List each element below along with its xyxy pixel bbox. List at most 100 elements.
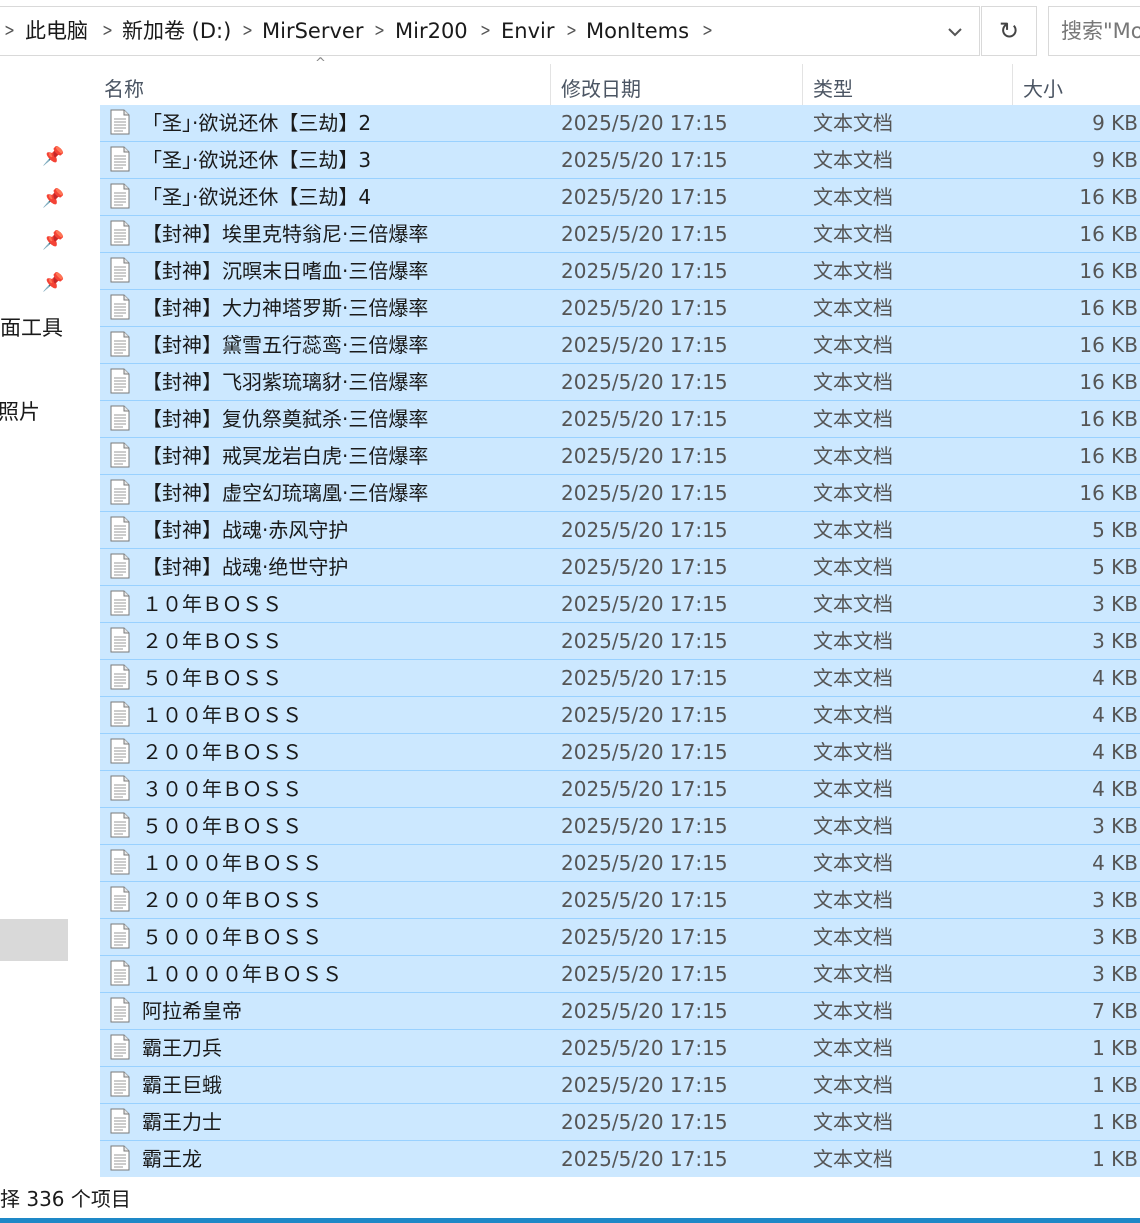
file-row[interactable]: 霸王刀兵 2025/5/20 17:15 文本文档 1 KB [100, 1030, 1140, 1067]
file-type: 文本文档 [813, 740, 893, 764]
file-row[interactable]: 【封神】战魂·绝世守护 2025/5/20 17:15 文本文档 5 KB [100, 549, 1140, 586]
column-header-name[interactable]: 名称 [104, 58, 144, 112]
file-row[interactable]: 霸王龙 2025/5/20 17:15 文本文档 1 KB [100, 1141, 1140, 1177]
file-row[interactable]: １００年ＢＯＳＳ 2025/5/20 17:15 文本文档 4 KB [100, 697, 1140, 734]
file-row[interactable]: ５０年ＢＯＳＳ 2025/5/20 17:15 文本文档 4 KB [100, 660, 1140, 697]
file-row[interactable]: ２０年ＢＯＳＳ 2025/5/20 17:15 文本文档 3 KB [100, 623, 1140, 660]
breadcrumb-item-this-pc[interactable]: 此电脑 [25, 7, 88, 55]
column-header-type[interactable]: 类型 [813, 58, 853, 112]
text-document-icon [110, 1034, 130, 1060]
file-name: １０００年ＢＯＳＳ [142, 851, 322, 875]
file-name: 【封神】飞羽紫琉璃豺·三倍爆率 [142, 370, 429, 394]
chevron-right-icon[interactable]: > [702, 7, 713, 55]
file-modified-date: 2025/5/20 17:15 [561, 1147, 728, 1171]
file-size: 16 KB [1079, 222, 1138, 246]
file-row[interactable]: ２０００年ＢＯＳＳ 2025/5/20 17:15 文本文档 3 KB [100, 882, 1140, 919]
file-row[interactable]: １０００年ＢＯＳＳ 2025/5/20 17:15 文本文档 4 KB [100, 845, 1140, 882]
chevron-right-icon[interactable]: > [480, 7, 491, 55]
file-row[interactable]: 【封神】沉暝末日嗜血·三倍爆率 2025/5/20 17:15 文本文档 16 KB [100, 253, 1140, 290]
file-row[interactable]: １０年ＢＯＳＳ 2025/5/20 17:15 文本文档 3 KB [100, 586, 1140, 623]
file-row[interactable]: 【封神】飞羽紫琉璃豺·三倍爆率 2025/5/20 17:15 文本文档 16 KB [100, 364, 1140, 401]
file-row[interactable]: 阿拉希皇帝 2025/5/20 17:15 文本文档 7 KB [100, 993, 1140, 1030]
file-row[interactable]: 【封神】埃里克特翁尼·三倍爆率 2025/5/20 17:15 文本文档 16 KB [100, 216, 1140, 253]
breadcrumb[interactable]: > 此电脑 > 新加卷 (D:) > MirServer > Mir200 > … [0, 6, 980, 56]
file-row[interactable]: 【封神】黛雪五行蕊鸾·三倍爆率 2025/5/20 17:15 文本文档 16 KB [100, 327, 1140, 364]
pin-icon[interactable]: 📌 [42, 146, 64, 167]
file-row[interactable]: ３００年ＢＯＳＳ 2025/5/20 17:15 文本文档 4 KB [100, 771, 1140, 808]
file-row[interactable]: 【封神】复仇祭奠弑杀·三倍爆率 2025/5/20 17:15 文本文档 16 KB [100, 401, 1140, 438]
sidebar-item-photos[interactable]: 照片 [0, 396, 40, 426]
file-type: 文本文档 [813, 111, 893, 135]
file-name: 【封神】虚空幻琉璃凰·三倍爆率 [142, 481, 429, 505]
text-document-icon [110, 849, 130, 875]
file-row[interactable]: 【封神】虚空幻琉璃凰·三倍爆率 2025/5/20 17:15 文本文档 16 KB [100, 475, 1140, 512]
file-row[interactable]: 【封神】大力神塔罗斯·三倍爆率 2025/5/20 17:15 文本文档 16 KB [100, 290, 1140, 327]
breadcrumb-item-mirserver[interactable]: MirServer [262, 7, 363, 55]
file-size: 3 KB [1092, 962, 1138, 986]
file-modified-date: 2025/5/20 17:15 [561, 740, 728, 764]
file-name: 【封神】戒冥龙岩白虎·三倍爆率 [142, 444, 429, 468]
text-document-icon [110, 1108, 130, 1134]
file-type: 文本文档 [813, 629, 893, 653]
column-header-size[interactable]: 大小 [1023, 58, 1063, 112]
pin-icon[interactable]: 📌 [42, 230, 64, 251]
file-row[interactable]: 【封神】戒冥龙岩白虎·三倍爆率 2025/5/20 17:15 文本文档 16 KB [100, 438, 1140, 475]
pin-icon[interactable]: 📌 [42, 272, 64, 293]
file-size: 1 KB [1092, 1036, 1138, 1060]
file-type: 文本文档 [813, 481, 893, 505]
file-size: 4 KB [1092, 851, 1138, 875]
address-history-dropdown[interactable] [930, 6, 980, 56]
text-document-icon [110, 960, 130, 986]
file-type: 文本文档 [813, 518, 893, 542]
refresh-button[interactable]: ↻ [981, 6, 1037, 56]
file-size: 16 KB [1079, 259, 1138, 283]
column-header-date[interactable]: 修改日期 [561, 58, 641, 112]
chevron-right-icon[interactable]: > [4, 7, 15, 55]
breadcrumb-item-envir[interactable]: Envir [501, 7, 554, 55]
pin-icon[interactable]: 📌 [42, 188, 64, 209]
file-type: 文本文档 [813, 962, 893, 986]
search-input[interactable]: 搜索"MonItems" [1048, 6, 1140, 56]
text-document-icon [110, 109, 130, 135]
file-type: 文本文档 [813, 370, 893, 394]
file-row[interactable]: 【封神】战魂·赤风守护 2025/5/20 17:15 文本文档 5 KB [100, 512, 1140, 549]
file-modified-date: 2025/5/20 17:15 [561, 407, 728, 431]
file-type: 文本文档 [813, 999, 893, 1023]
file-modified-date: 2025/5/20 17:15 [561, 888, 728, 912]
file-name: 【封神】埃里克特翁尼·三倍爆率 [142, 222, 429, 246]
file-type: 文本文档 [813, 666, 893, 690]
sidebar-selected-item[interactable] [0, 919, 68, 961]
file-row[interactable]: 「圣」·欲说还休【三劫】3 2025/5/20 17:15 文本文档 9 KB [100, 142, 1140, 179]
chevron-right-icon[interactable]: > [566, 7, 577, 55]
file-type: 文本文档 [813, 777, 893, 801]
file-row[interactable]: １００００年ＢＯＳＳ 2025/5/20 17:15 文本文档 3 KB [100, 956, 1140, 993]
text-document-icon [110, 220, 130, 246]
chevron-right-icon[interactable]: > [242, 7, 253, 55]
file-modified-date: 2025/5/20 17:15 [561, 111, 728, 135]
breadcrumb-item-monitems[interactable]: MonItems [586, 7, 689, 55]
file-row[interactable]: 「圣」·欲说还休【三劫】2 2025/5/20 17:15 文本文档 9 KB [100, 105, 1140, 142]
file-row[interactable]: 「圣」·欲说还休【三劫】4 2025/5/20 17:15 文本文档 16 KB [100, 179, 1140, 216]
file-modified-date: 2025/5/20 17:15 [561, 962, 728, 986]
file-row[interactable]: ２００年ＢＯＳＳ 2025/5/20 17:15 文本文档 4 KB [100, 734, 1140, 771]
breadcrumb-item-drive[interactable]: 新加卷 (D:) [122, 7, 231, 55]
file-type: 文本文档 [813, 814, 893, 838]
file-row[interactable]: 霸王巨蛾 2025/5/20 17:15 文本文档 1 KB [100, 1067, 1140, 1104]
file-modified-date: 2025/5/20 17:15 [561, 370, 728, 394]
sidebar-item-desktop-tools[interactable]: 面工具 [0, 312, 63, 342]
file-row[interactable]: ５０００年ＢＯＳＳ 2025/5/20 17:15 文本文档 3 KB [100, 919, 1140, 956]
file-type: 文本文档 [813, 444, 893, 468]
file-type: 文本文档 [813, 222, 893, 246]
text-document-icon [110, 923, 130, 949]
status-selection-count: 择 336 个项目 [0, 1187, 131, 1211]
file-name: 「圣」·欲说还休【三劫】2 [142, 111, 372, 135]
file-name: ５００年ＢＯＳＳ [142, 814, 302, 838]
file-modified-date: 2025/5/20 17:15 [561, 1073, 728, 1097]
file-row[interactable]: 霸王力士 2025/5/20 17:15 文本文档 1 KB [100, 1104, 1140, 1141]
breadcrumb-item-mir200[interactable]: Mir200 [395, 7, 468, 55]
file-row[interactable]: ５００年ＢＯＳＳ 2025/5/20 17:15 文本文档 3 KB [100, 808, 1140, 845]
file-modified-date: 2025/5/20 17:15 [561, 444, 728, 468]
chevron-right-icon[interactable]: > [374, 7, 385, 55]
text-document-icon [110, 997, 130, 1023]
chevron-right-icon[interactable]: > [102, 7, 113, 55]
